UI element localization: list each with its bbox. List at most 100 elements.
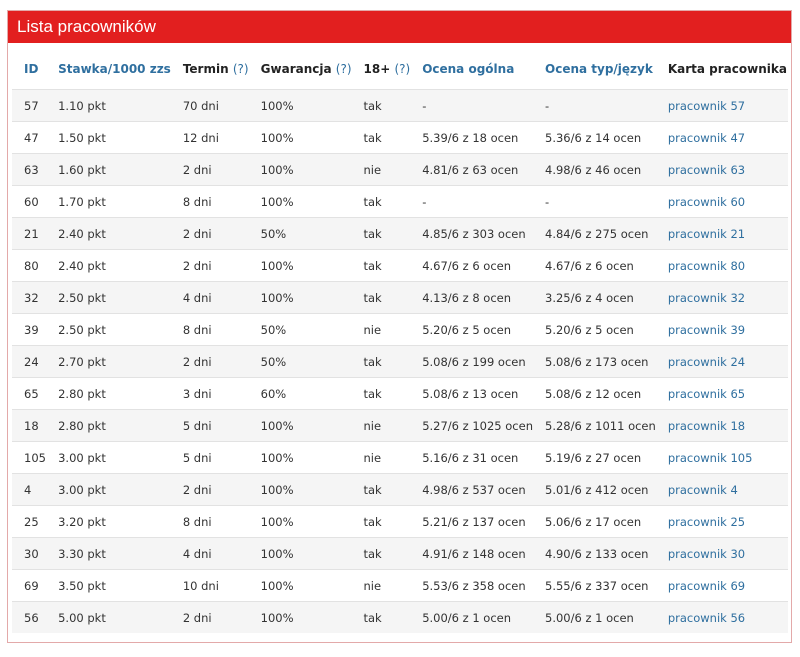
cell-id: 56 bbox=[12, 601, 47, 633]
cell-warranty: 50% bbox=[248, 313, 352, 346]
cell-rate: 3.20 pkt bbox=[46, 505, 171, 538]
cell-rate: 5.00 pkt bbox=[46, 601, 171, 633]
table-row: 21 2.40 pkt 2 dni 50% tak 4.85/6 z 303 ocen 4.… bbox=[12, 217, 788, 250]
cell-adult: tak bbox=[351, 249, 411, 282]
column-header-employee-card: Karta pracownika bbox=[667, 62, 787, 76]
cell-id: 47 bbox=[12, 121, 47, 154]
cell-adult: tak bbox=[351, 89, 411, 122]
employee-card-link[interactable]: pracownik 18 bbox=[655, 409, 788, 442]
employee-card-link[interactable]: pracownik 63 bbox=[655, 153, 788, 186]
column-header-adult: 18+ (?) bbox=[363, 62, 411, 76]
cell-adult: tak bbox=[351, 473, 411, 506]
cell-adult: nie bbox=[351, 153, 411, 186]
employee-card-link[interactable]: pracownik 57 bbox=[655, 89, 788, 122]
cell-id: 80 bbox=[12, 249, 47, 282]
cell-type-rating: 5.28/6 z 1011 ocen bbox=[533, 409, 656, 442]
employee-card-link[interactable]: pracownik 25 bbox=[655, 505, 788, 538]
cell-overall-rating: 4.98/6 z 537 ocen bbox=[410, 473, 533, 506]
cell-type-rating: 5.55/6 z 337 ocen bbox=[533, 569, 656, 602]
cell-warranty: 100% bbox=[248, 537, 352, 570]
cell-type-rating: 5.00/6 z 1 ocen bbox=[533, 601, 656, 633]
cell-type-rating: 5.19/6 z 27 ocen bbox=[533, 441, 656, 474]
cell-warranty: 50% bbox=[248, 217, 352, 250]
employee-card-link[interactable]: pracownik 47 bbox=[655, 121, 788, 154]
table-row: 25 3.20 pkt 8 dni 100% tak 5.21/6 z 137 ocen 5… bbox=[12, 505, 788, 538]
cell-overall-rating: 4.67/6 z 6 ocen bbox=[410, 249, 533, 282]
cell-rate: 2.70 pkt bbox=[46, 345, 171, 378]
cell-type-rating: 3.25/6 z 4 ocen bbox=[533, 281, 656, 314]
column-header-type-rating[interactable]: Ocena typ/język bbox=[533, 49, 656, 90]
employee-card-link[interactable]: pracownik 39 bbox=[655, 313, 788, 346]
cell-id: 69 bbox=[12, 569, 47, 602]
employee-card-link[interactable]: pracownik 105 bbox=[655, 441, 788, 474]
employee-table: ID Stawka/1000 zzs Termin (?) Gwarancja … bbox=[12, 49, 788, 633]
cell-type-rating: 5.08/6 z 12 ocen bbox=[533, 377, 656, 410]
cell-id: 60 bbox=[12, 185, 47, 218]
employee-card-link[interactable]: pracownik 80 bbox=[655, 249, 788, 282]
employee-card-link[interactable]: pracownik 4 bbox=[655, 473, 788, 506]
cell-overall-rating: 5.20/6 z 5 ocen bbox=[410, 313, 533, 346]
employee-card-link[interactable]: pracownik 30 bbox=[655, 537, 788, 570]
cell-deadline: 2 dni bbox=[170, 249, 249, 282]
cell-deadline: 2 dni bbox=[170, 601, 249, 633]
cell-overall-rating: 4.13/6 z 8 ocen bbox=[410, 281, 533, 314]
column-header-rate[interactable]: Stawka/1000 zzs bbox=[46, 49, 171, 90]
employee-card-link[interactable]: pracownik 21 bbox=[655, 217, 788, 250]
cell-overall-rating: 5.27/6 z 1025 ocen bbox=[410, 409, 533, 442]
table-row: 69 3.50 pkt 10 dni 100% nie 5.53/6 z 358 ocen… bbox=[12, 569, 788, 602]
cell-warranty: 100% bbox=[248, 409, 352, 442]
table-row: 47 1.50 pkt 12 dni 100% tak 5.39/6 z 18 ocen 5… bbox=[12, 121, 788, 154]
table-row: 39 2.50 pkt 8 dni 50% nie 5.20/6 z 5 ocen 5.20… bbox=[12, 313, 788, 346]
cell-overall-rating: 5.08/6 z 13 ocen bbox=[410, 377, 533, 410]
employee-list-panel: Lista pracowników ID Stawka/1000 zzs Ter… bbox=[7, 10, 792, 643]
employee-card-link[interactable]: pracownik 32 bbox=[655, 281, 788, 314]
help-link-warranty[interactable]: (?) bbox=[336, 62, 352, 76]
help-link-deadline[interactable]: (?) bbox=[233, 62, 249, 76]
table-row: 56 5.00 pkt 2 dni 100% tak 5.00/6 z 1 ocen 5.0… bbox=[12, 601, 788, 633]
cell-id: 24 bbox=[12, 345, 47, 378]
cell-deadline: 8 dni bbox=[170, 505, 249, 538]
cell-adult: tak bbox=[351, 217, 411, 250]
column-header-id[interactable]: ID bbox=[12, 49, 46, 90]
cell-adult: nie bbox=[351, 569, 411, 602]
cell-overall-rating: 5.39/6 z 18 ocen bbox=[410, 121, 533, 154]
cell-deadline: 2 dni bbox=[170, 473, 249, 506]
cell-warranty: 100% bbox=[248, 441, 352, 474]
employee-card-link[interactable]: pracownik 24 bbox=[655, 345, 788, 378]
cell-type-rating: - bbox=[533, 89, 656, 122]
cell-id: 105 bbox=[12, 441, 47, 474]
cell-deadline: 8 dni bbox=[170, 185, 249, 218]
cell-type-rating: 5.08/6 z 173 ocen bbox=[533, 345, 656, 378]
cell-adult: nie bbox=[351, 441, 411, 474]
cell-rate: 3.00 pkt bbox=[46, 473, 171, 506]
table-row: 60 1.70 pkt 8 dni 100% tak - - pracownik 60 bbox=[12, 185, 788, 218]
cell-type-rating: 4.84/6 z 275 ocen bbox=[533, 217, 656, 250]
employee-card-link[interactable]: pracownik 56 bbox=[655, 601, 788, 633]
cell-id: 39 bbox=[12, 313, 47, 346]
cell-rate: 3.50 pkt bbox=[46, 569, 171, 602]
cell-overall-rating: 4.81/6 z 63 ocen bbox=[410, 153, 533, 186]
cell-adult: nie bbox=[351, 313, 411, 346]
cell-type-rating: - bbox=[533, 185, 656, 218]
cell-adult: tak bbox=[351, 377, 411, 410]
cell-rate: 3.00 pkt bbox=[46, 441, 171, 474]
help-link-adult[interactable]: (?) bbox=[394, 62, 410, 76]
cell-type-rating: 4.98/6 z 46 ocen bbox=[533, 153, 656, 186]
cell-id: 32 bbox=[12, 281, 47, 314]
employee-card-link[interactable]: pracownik 69 bbox=[655, 569, 788, 602]
cell-rate: 1.70 pkt bbox=[46, 185, 171, 218]
cell-id: 30 bbox=[12, 537, 47, 570]
table-row: 65 2.80 pkt 3 dni 60% tak 5.08/6 z 13 ocen 5.0… bbox=[12, 377, 788, 410]
cell-adult: tak bbox=[351, 281, 411, 314]
table-header-row: ID Stawka/1000 zzs Termin (?) Gwarancja … bbox=[12, 49, 788, 90]
cell-deadline: 10 dni bbox=[170, 569, 249, 602]
cell-adult: tak bbox=[351, 601, 411, 633]
column-header-overall-rating[interactable]: Ocena ogólna bbox=[410, 49, 533, 90]
cell-id: 18 bbox=[12, 409, 47, 442]
employee-card-link[interactable]: pracownik 65 bbox=[655, 377, 788, 410]
table-row: 32 2.50 pkt 4 dni 100% tak 4.13/6 z 8 ocen 3.2… bbox=[12, 281, 788, 314]
employee-card-link[interactable]: pracownik 60 bbox=[655, 185, 788, 218]
cell-deadline: 4 dni bbox=[170, 537, 249, 570]
cell-id: 4 bbox=[12, 473, 47, 506]
cell-overall-rating: 5.08/6 z 199 ocen bbox=[410, 345, 533, 378]
